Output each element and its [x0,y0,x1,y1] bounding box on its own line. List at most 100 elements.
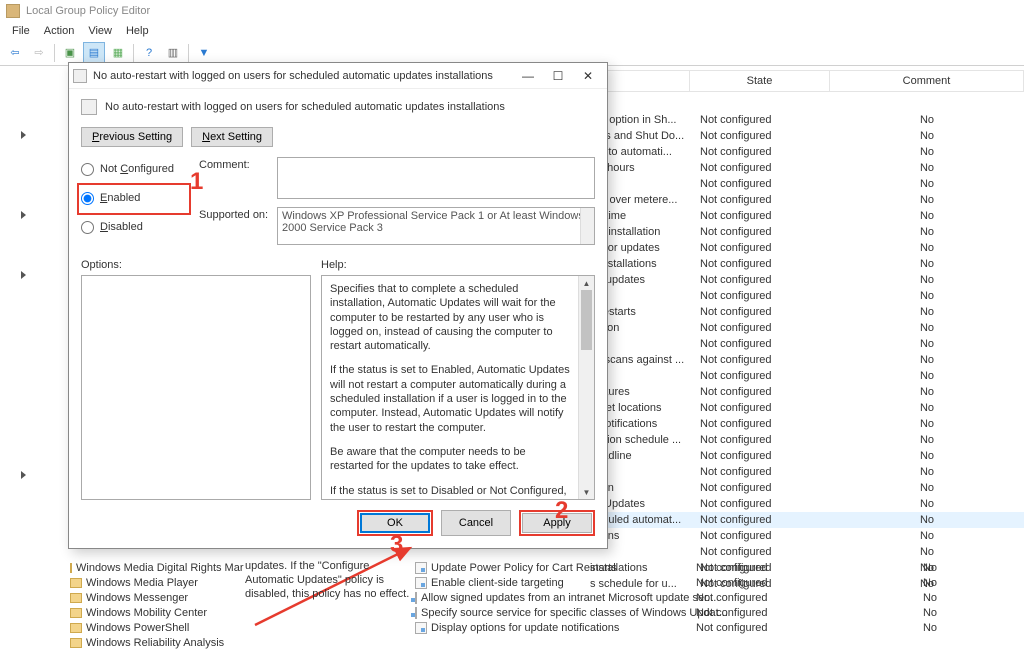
table-row[interactable]: ed timeNot configuredNo [590,208,1024,224]
table-row[interactable]: ive hoursNot configuredNo [590,160,1024,176]
radio-not-configured[interactable]: Not Configured [81,161,191,177]
table-row[interactable]: e installationsNot configuredNo [590,256,1024,272]
table-row[interactable]: Not configuredNo [590,176,1024,192]
table-row[interactable]: ates and Shut Do...Not configuredNo [590,128,1024,144]
cell-state: Not configured [690,290,830,302]
table-row[interactable]: wn' option in Sh...Not configuredNo [590,112,1024,128]
table-row[interactable]: for updatesNot configuredNo [590,272,1024,288]
close-button[interactable]: ✕ [573,65,603,87]
table-row[interactable]: ate installationNot configuredNo [590,224,1024,240]
radio-enabled[interactable]: Enabled [81,190,183,206]
export-button[interactable]: ▦ [107,42,129,64]
table-row[interactable]: ally over metere...Not configuredNo [590,192,1024,208]
table-row[interactable]: cationNot configuredNo [590,320,1024,336]
table-row[interactable]: Not configuredNo [590,464,1024,480]
table-row[interactable]: deadlineNot configuredNo [590,448,1024,464]
table-row[interactable]: Not configuredNo [590,368,1024,384]
policy-icon [415,562,427,574]
menu-file[interactable]: File [6,23,36,39]
grid-header-comment[interactable]: Comment [830,71,1024,91]
table-row[interactable]: Not configuredNo [696,620,1024,635]
description-panel-text: updates. If the "Configure Automatic Upd… [245,560,410,601]
tree-items: Windows Media Digital Rights Mar Windows … [70,560,235,650]
list-item[interactable]: Display options for update notifications [415,620,695,635]
table-row[interactable]: ationNot configuredNo [590,480,1024,496]
comment-input[interactable] [277,157,595,199]
radio-disabled-input[interactable] [81,221,94,234]
tree-item[interactable]: Windows Media Player [70,575,235,590]
folder-up-button[interactable]: ▣ [59,42,81,64]
table-row[interactable]: se scans against ...Not configuredNo [590,352,1024,368]
tree-item[interactable]: Windows Mobility Center [70,605,235,620]
scroll-up-icon[interactable]: ▲ [579,276,594,290]
radio-enabled-input[interactable] [81,192,94,205]
tree-expand-icon[interactable] [18,470,30,482]
minimize-button[interactable]: — [513,65,543,87]
properties-button[interactable]: ▥ [162,42,184,64]
help-label: Help: [321,259,595,271]
policy-list: Update Power Policy for Cart RestartsEna… [415,560,695,635]
cell-state: Not configured [690,306,830,318]
table-row[interactable]: d restartsNot configuredNo [590,304,1024,320]
table-row[interactable]: featuresNot configuredNo [590,384,1024,400]
tree-item[interactable]: Windows Media Digital Rights Mar [70,560,235,575]
tree-expand-icon[interactable] [18,130,30,142]
scroll-down-icon[interactable]: ▼ [579,485,594,499]
menu-action[interactable]: Action [38,23,81,39]
tree-item-label: Windows Media Player [86,577,198,589]
menubar: File Action View Help [0,22,1024,40]
next-setting-button[interactable]: Next Setting [191,127,273,147]
table-row[interactable]: e notificationsNot configuredNo [590,416,1024,432]
supported-label: Supported on: [199,207,277,221]
radio-disabled[interactable]: Disabled [81,219,191,235]
radio-not-configured-input[interactable] [81,163,94,176]
scroll-thumb[interactable] [581,290,592,350]
tree-item[interactable]: Windows Messenger [70,590,235,605]
nav-back-button[interactable]: ⇦ [4,42,26,64]
previous-setting-button[interactable]: Previous Setting [81,127,183,147]
table-row[interactable]: Not configuredNo [590,288,1024,304]
table-row[interactable]: ns for updatesNot configuredNo [590,240,1024,256]
table-row[interactable]: tic UpdatesNot configuredNo [590,496,1024,512]
toolbar-separator [133,44,134,62]
help-button[interactable]: ? [138,42,160,64]
table-row[interactable]: heduled automat...Not configuredNo [590,512,1024,528]
help-scrollbar[interactable]: ▲ ▼ [578,276,594,499]
tree-item[interactable]: Windows PowerShell [70,620,235,635]
list-item[interactable]: Update Power Policy for Cart Restarts [415,560,695,575]
maximize-button[interactable]: ☐ [543,65,573,87]
nav-forward-button[interactable]: ⇨ [28,42,50,64]
apply-button[interactable]: Apply [522,513,592,533]
cell-comment: No [830,370,1024,382]
table-row[interactable]: Not configuredNo [696,605,1024,620]
cancel-button[interactable]: Cancel [441,510,511,536]
tree-item[interactable]: Windows Reliability Analysis [70,635,235,650]
tree-expand-icon[interactable] [18,270,30,282]
table-row[interactable]: ent to automati...Not configuredNo [590,144,1024,160]
dialog-titlebar[interactable]: No auto-restart with logged on users for… [69,63,607,89]
table-row[interactable]: ication schedule ...Not configuredNo [590,432,1024,448]
help-text: Specifies that to complete a scheduled i… [322,276,578,499]
list-item[interactable]: Enable client-side targeting [415,575,695,590]
scrollbar[interactable] [580,208,594,244]
ok-button[interactable]: OK [360,513,430,533]
table-row[interactable]: Not configuredNo [696,575,1024,590]
cell-state: Not configured [690,466,830,478]
table-row[interactable]: ernet locationsNot configuredNo [590,400,1024,416]
folder-icon [70,623,82,633]
table-row[interactable]: Not configuredNo [590,336,1024,352]
filter-button[interactable]: ▼ [193,42,215,64]
table-row[interactable]: Not configuredNo [590,544,1024,560]
refresh-button[interactable]: ▤ [83,42,105,64]
folder-icon [70,608,82,618]
table-row[interactable]: Not configuredNo [696,560,1024,575]
list-item[interactable]: Specify source service for specific clas… [415,605,695,620]
menu-help[interactable]: Help [120,23,155,39]
list-item[interactable]: Allow signed updates from an intranet Mi… [415,590,695,605]
table-row[interactable]: ationsNot configuredNo [590,528,1024,544]
policy-grid-bottom: Not configuredNoNot configuredNoNot conf… [696,560,1024,635]
grid-header-state[interactable]: State [690,71,830,91]
tree-expand-icon[interactable] [18,210,30,222]
menu-view[interactable]: View [82,23,118,39]
table-row[interactable]: Not configuredNo [696,590,1024,605]
